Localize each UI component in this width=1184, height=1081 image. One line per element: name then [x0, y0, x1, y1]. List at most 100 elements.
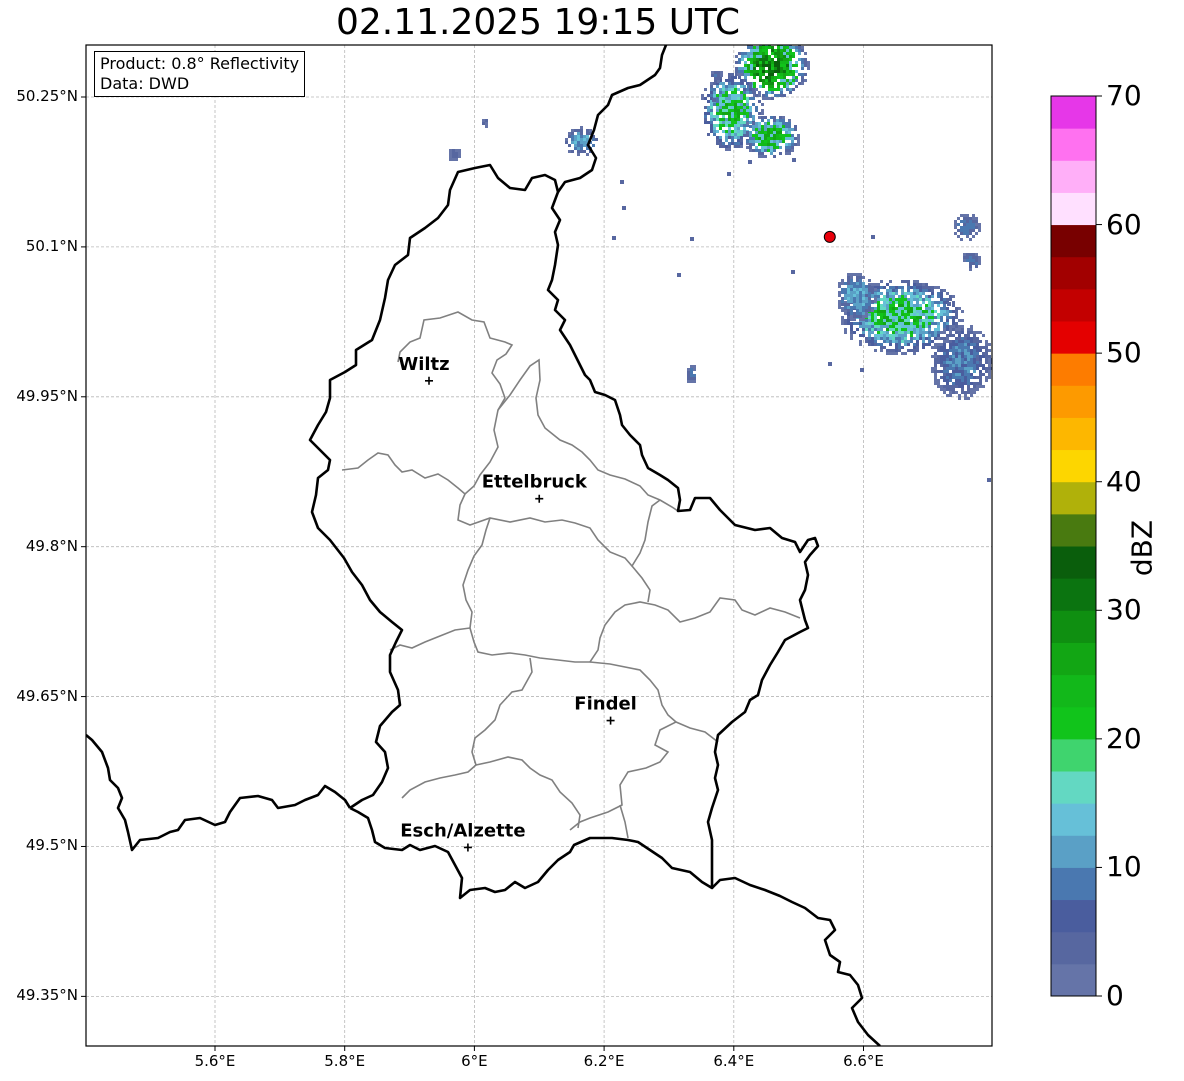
radar-pixel	[907, 319, 910, 322]
radar-pixel	[925, 313, 928, 316]
radar-pixel	[979, 373, 982, 376]
radar-pixel	[853, 300, 856, 303]
radar-pixel	[737, 82, 740, 85]
radar-pixel	[847, 276, 850, 279]
radar-pixel	[789, 46, 792, 49]
radar-pixel	[693, 377, 696, 380]
radar-pixel	[767, 143, 770, 146]
radar-pixel	[747, 46, 750, 49]
radar-pixel	[749, 143, 752, 146]
radar-pixel	[693, 368, 696, 371]
radar-pixel	[907, 289, 910, 292]
radar-pixel	[753, 82, 756, 85]
radar-pixel	[801, 46, 804, 49]
radar-pixel	[586, 153, 589, 156]
radar-pixel	[937, 304, 940, 307]
radar-pixel	[752, 149, 755, 152]
radar-pixel	[969, 259, 972, 262]
colorbar-segment	[1051, 96, 1096, 129]
colorbar-segment	[1051, 546, 1096, 579]
radar-pixel	[865, 306, 868, 309]
radar-pixel	[901, 307, 904, 310]
radar-pixel	[758, 155, 761, 158]
radar-pixel	[898, 346, 901, 349]
radar-pixel	[844, 319, 847, 322]
radar-pixel	[880, 319, 883, 322]
radar-pixel	[910, 310, 913, 313]
radar-pixel	[892, 292, 895, 295]
radar-pixel	[716, 142, 719, 145]
radar-pixel	[943, 331, 946, 334]
radar-pixel	[961, 328, 964, 331]
radar-pixel	[907, 298, 910, 301]
radar-pixel	[925, 331, 928, 334]
radar-pixel	[925, 343, 928, 346]
radar-pixel	[856, 273, 859, 276]
radar-pixel	[964, 376, 967, 379]
radar-pixel	[771, 88, 774, 91]
radar-pixel	[449, 155, 452, 158]
radar-pixel	[955, 331, 958, 334]
radar-pixel	[783, 52, 786, 55]
radar-pixel	[901, 322, 904, 325]
radar-pixel	[765, 64, 768, 67]
radar-pixel	[960, 226, 963, 229]
radar-pixel	[795, 70, 798, 73]
radar-pixel	[877, 328, 880, 331]
radar-pixel	[765, 97, 768, 100]
radar-pixel	[916, 286, 919, 289]
radar-pixel	[940, 316, 943, 319]
radar-pixel	[740, 112, 743, 115]
radar-pixel	[764, 140, 767, 143]
radar-pixel	[928, 343, 931, 346]
radar-pixel	[779, 140, 782, 143]
radar-pixel	[785, 131, 788, 134]
radar-pixel	[934, 331, 937, 334]
radar-pixel	[946, 394, 949, 397]
radar-pixel	[940, 346, 943, 349]
radar-pixel	[786, 85, 789, 88]
radar-pixel	[934, 364, 937, 367]
radar-pixel	[771, 85, 774, 88]
radar-pixel	[719, 136, 722, 139]
radar-pixel	[743, 97, 746, 100]
radar-pixel	[919, 307, 922, 310]
radar-pixel	[904, 295, 907, 298]
radar-pixel	[838, 294, 841, 297]
radar-pixel	[954, 220, 957, 223]
radar-pixel	[880, 325, 883, 328]
radar-pixel	[978, 226, 981, 229]
radar-pixel	[716, 85, 719, 88]
radar-pixel	[868, 331, 871, 334]
radar-pixel	[973, 388, 976, 391]
radar-pixel	[931, 319, 934, 322]
radar-pixel	[943, 301, 946, 304]
radar-pixel	[868, 303, 871, 306]
radar-pixel	[940, 388, 943, 391]
radar-pixel	[982, 373, 985, 376]
radar-pixel	[946, 322, 949, 325]
radar-pixel	[788, 149, 791, 152]
radar-pixel	[877, 295, 880, 298]
radar-pixel	[749, 82, 752, 85]
radar-pixel	[871, 235, 875, 239]
radar-pixel	[753, 40, 756, 43]
radar-pixel	[762, 70, 765, 73]
radar-pixel	[988, 343, 991, 346]
radar-pixel	[871, 337, 874, 340]
radar-pixel	[957, 223, 960, 226]
radar-pixel	[841, 303, 844, 306]
radar-pixel	[958, 352, 961, 355]
radar-pixel	[934, 301, 937, 304]
radar-pixel	[895, 316, 898, 319]
radar-pixel	[785, 125, 788, 128]
radar-pixel	[982, 355, 985, 358]
radar-pixel	[728, 109, 731, 112]
radar-pixel	[940, 355, 943, 358]
radar-pixel	[776, 134, 779, 137]
radar-pixel	[865, 322, 868, 325]
radar-pixel	[841, 297, 844, 300]
radar-pixel	[740, 94, 743, 97]
radar-pixel	[988, 364, 991, 367]
radar-pixel	[755, 137, 758, 140]
